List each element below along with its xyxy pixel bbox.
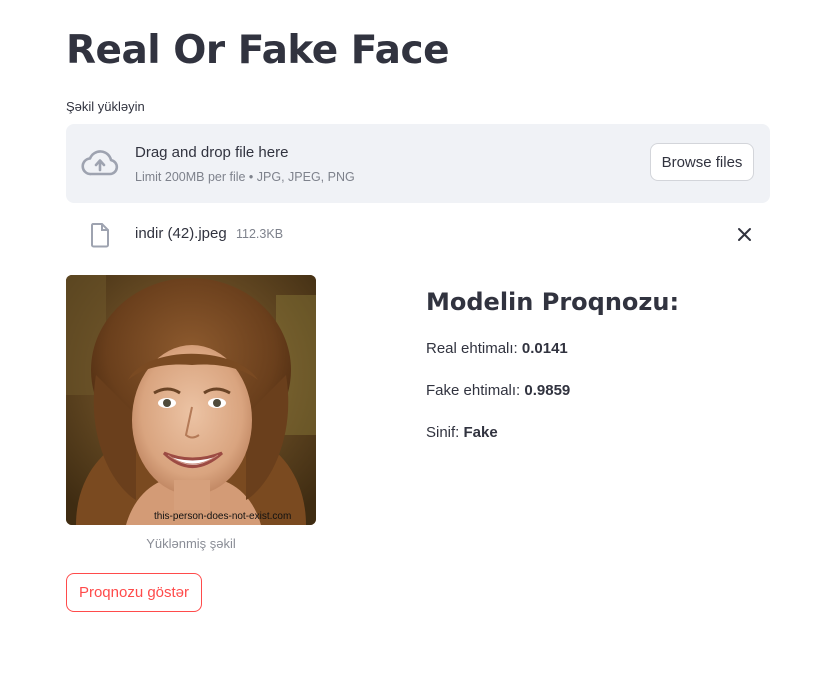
real-probability-value: 0.0141 xyxy=(521,340,568,357)
cloud-upload-icon xyxy=(81,150,119,176)
upload-label: Şəkil yükləyin xyxy=(66,99,145,114)
show-prediction-button[interactable]: Proqnozu göstər xyxy=(66,573,202,612)
uploaded-face-image: this-person-does-not-exist.com xyxy=(66,275,316,525)
real-probability: Real ehtimalı: 0.0141 xyxy=(426,340,568,357)
svg-text:this-person-does-not-exist.com: this-person-does-not-exist.com xyxy=(154,511,291,522)
file-size: 112.3KB xyxy=(236,227,284,241)
image-caption: Yüklənmiş şəkil xyxy=(146,536,236,551)
dropzone-limits: Limit 200MB per file • JPG, JPEG, PNG xyxy=(135,170,355,184)
file-name: indir (42).jpeg xyxy=(135,225,227,242)
predicted-class: Sinif: Fake xyxy=(426,424,498,441)
dropzone-title: Drag and drop file here xyxy=(135,144,289,161)
file-icon xyxy=(91,223,109,248)
predicted-class-value: Fake xyxy=(463,424,498,441)
fake-probability: Fake ehtimalı: 0.9859 xyxy=(426,382,570,399)
browse-files-button[interactable]: Browse files xyxy=(650,143,754,181)
real-probability-label: Real ehtimalı: xyxy=(426,340,522,357)
predicted-class-label: Sinif: xyxy=(426,424,464,441)
fake-probability-value: 0.9859 xyxy=(524,382,571,399)
close-icon[interactable] xyxy=(737,227,752,242)
uploaded-file-row: indir (42).jpeg 112.3KB xyxy=(66,218,770,252)
results-heading: Modelin Proqnozu: xyxy=(426,288,680,316)
file-dropzone[interactable]: Drag and drop file here Limit 200MB per … xyxy=(66,124,770,203)
page-title: Real Or Fake Face xyxy=(66,28,450,73)
fake-probability-label: Fake ehtimalı: xyxy=(426,382,525,399)
face-photo: this-person-does-not-exist.com xyxy=(66,275,316,525)
